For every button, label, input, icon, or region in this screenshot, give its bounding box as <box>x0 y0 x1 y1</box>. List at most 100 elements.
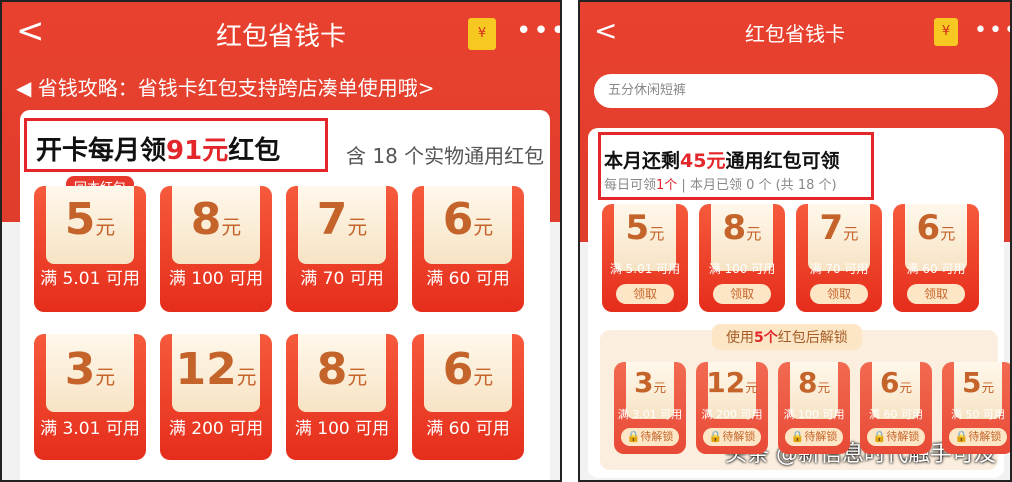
locked-label: 🔒待解锁 <box>949 428 1007 446</box>
coupon-condition: 满 100 可用 <box>168 269 264 289</box>
left-screen: < 红包省钱卡 ¥ ••• ◀︎ 省钱攻略：省钱卡红包支持跨店凑单使用哦> 开卡… <box>0 0 562 482</box>
coupon-amount-unit: 元 <box>347 366 368 389</box>
right-daily-info: 每日可领1个 | 本月已领 0 个 (共 18 个) <box>604 178 837 193</box>
coupon-amount: 8元 <box>778 366 850 399</box>
coupon-amount: 8元 <box>160 194 272 245</box>
right-row2-coupon-4: 5元满 50 可用 🔒待解锁 <box>942 362 1010 454</box>
right-screen: < 红包省钱卡 ¥ ••• 五分休闲短裤 本月还剩45元通用红包可领 每日可领1… <box>578 0 1012 482</box>
coupon-amount: 6元 <box>412 344 524 395</box>
coupon-condition: 满 50 可用 <box>951 408 1005 421</box>
coupon-amount: 5元 <box>942 366 1010 399</box>
claim-button[interactable]: 领取 <box>810 284 868 304</box>
coupon-amount: 6元 <box>860 366 932 399</box>
coupon-amount-unit: 元 <box>843 225 859 243</box>
left-more-menu-icon[interactable]: ••• <box>516 18 560 44</box>
coupon-amount-unit: 元 <box>95 216 116 239</box>
locked-label: 🔒待解锁 <box>867 428 925 446</box>
left-row2-coupon-2[interactable]: 8元满 100 可用 <box>286 334 398 460</box>
right-row2-coupon-0: 3元满 3.01 可用 🔒待解锁 <box>614 362 686 454</box>
right-row2-coupon-3: 6元满 60 可用 🔒待解锁 <box>860 362 932 454</box>
unlock-hint: 使用5个红包后解锁 <box>712 324 862 350</box>
left-saving-tip-link[interactable]: ◀︎ 省钱攻略：省钱卡红包支持跨店凑单使用哦> <box>16 72 435 101</box>
coupon-amount-value: 8 <box>722 208 747 248</box>
right-row1-coupon-1[interactable]: 8元满 100 可用领取 <box>699 204 785 312</box>
right-more-menu-icon[interactable]: ••• <box>974 20 1010 42</box>
left-red-packet-icon[interactable]: ¥ <box>468 18 496 50</box>
right-row2-coupon-1: 12元满 200 可用 🔒待解锁 <box>696 362 768 454</box>
coupon-condition: 满 100 可用 <box>708 262 776 276</box>
right-row1-coupon-2[interactable]: 7元满 70 可用领取 <box>796 204 882 312</box>
left-row2-coupon-1[interactable]: 12元满 200 可用 <box>160 334 272 460</box>
coupon-condition: 满 200 可用 <box>168 419 264 439</box>
coupon-condition: 满 60 可用 <box>869 408 923 421</box>
left-row2-coupon-3[interactable]: 6元满 60 可用 <box>412 334 524 460</box>
right-row2-coupon-2: 8元满 100 可用 🔒待解锁 <box>778 362 850 454</box>
coupon-amount-unit: 元 <box>236 366 257 389</box>
coupon-amount-unit: 元 <box>653 380 667 395</box>
coupon-amount-value: 3 <box>633 366 654 399</box>
coupon-condition: 满 5.01 可用 <box>40 269 140 289</box>
coupon-amount-value: 3 <box>64 344 96 395</box>
left-row2-coupon-0[interactable]: 3元满 3.01 可用 <box>34 334 146 460</box>
left-row1-coupon-1[interactable]: 8元满 100 可用 <box>160 186 272 312</box>
coupon-amount: 12元 <box>160 344 272 395</box>
coupon-amount-value: 6 <box>442 194 474 245</box>
coupon-amount-value: 6 <box>442 344 474 395</box>
coupon-amount: 3元 <box>614 366 686 399</box>
claim-button[interactable]: 领取 <box>616 284 674 304</box>
coupon-amount-unit: 元 <box>347 216 368 239</box>
coupon-amount-value: 7 <box>819 208 844 248</box>
coupon-amount-value: 8 <box>797 366 818 399</box>
coupon-amount: 6元 <box>412 194 524 245</box>
coupon-condition: 满 100 可用 <box>294 419 390 439</box>
locked-label: 🔒待解锁 <box>785 428 843 446</box>
right-red-packet-icon[interactable]: ¥ <box>934 18 958 46</box>
right-row1-coupon-3[interactable]: 6元满 60 可用领取 <box>893 204 979 312</box>
coupon-amount-unit: 元 <box>746 225 762 243</box>
coupon-amount-unit: 元 <box>745 380 758 395</box>
coupon-amount-unit: 元 <box>221 216 242 239</box>
locked-label: 🔒待解锁 <box>703 428 761 446</box>
coupon-amount: 8元 <box>286 344 398 395</box>
coupon-condition: 满 3.01 可用 <box>617 408 683 421</box>
coupon-amount: 8元 <box>699 208 785 248</box>
coupon-condition: 满 70 可用 <box>809 262 869 276</box>
coupon-condition: 满 5.01 可用 <box>609 262 681 276</box>
coupon-amount-unit: 元 <box>940 225 956 243</box>
coupon-amount-unit: 元 <box>899 380 913 395</box>
coupon-amount-value: 12 <box>706 366 746 399</box>
coupon-amount-value: 12 <box>175 344 237 395</box>
claim-button[interactable]: 领取 <box>907 284 965 304</box>
left-includes-text: 含 18 个实物通用红包 <box>346 144 545 168</box>
left-row1-coupon-0[interactable]: 5元满 5.01 可用 <box>34 186 146 312</box>
coupon-amount-value: 5 <box>961 366 982 399</box>
coupon-amount: 7元 <box>796 208 882 248</box>
coupon-amount: 5元 <box>34 194 146 245</box>
search-input[interactable]: 五分休闲短裤 <box>594 74 998 108</box>
coupon-amount: 3元 <box>34 344 146 395</box>
coupon-amount-unit: 元 <box>473 216 494 239</box>
left-row1-coupon-3[interactable]: 6元满 60 可用 <box>412 186 524 312</box>
coupon-amount-value: 8 <box>316 344 348 395</box>
coupon-condition: 满 200 可用 <box>701 408 763 421</box>
right-row1-coupon-0[interactable]: 5元满 5.01 可用 领取 <box>602 204 688 312</box>
coupon-amount-value: 6 <box>916 208 941 248</box>
coupon-condition: 满 60 可用 <box>426 269 510 289</box>
coupon-amount-value: 6 <box>879 366 900 399</box>
coupon-condition: 满 3.01 可用 <box>40 419 140 439</box>
coupon-amount-value: 5 <box>64 194 96 245</box>
coupon-amount: 7元 <box>286 194 398 245</box>
claim-button[interactable]: 领取 <box>713 284 771 304</box>
coupon-condition: 满 60 可用 <box>906 262 966 276</box>
coupon-amount-value: 8 <box>190 194 222 245</box>
coupon-condition: 满 60 可用 <box>426 419 510 439</box>
coupon-condition: 满 70 可用 <box>300 269 384 289</box>
coupon-amount: 6元 <box>893 208 979 248</box>
coupon-amount-value: 7 <box>316 194 348 245</box>
left-headline: 开卡每月领91元红包 <box>36 136 281 166</box>
coupon-amount-unit: 元 <box>95 366 116 389</box>
coupon-amount-unit: 元 <box>981 380 995 395</box>
left-row1-coupon-2[interactable]: 7元满 70 可用 <box>286 186 398 312</box>
coupon-amount: 12元 <box>696 366 768 399</box>
coupon-amount-unit: 元 <box>817 380 831 395</box>
